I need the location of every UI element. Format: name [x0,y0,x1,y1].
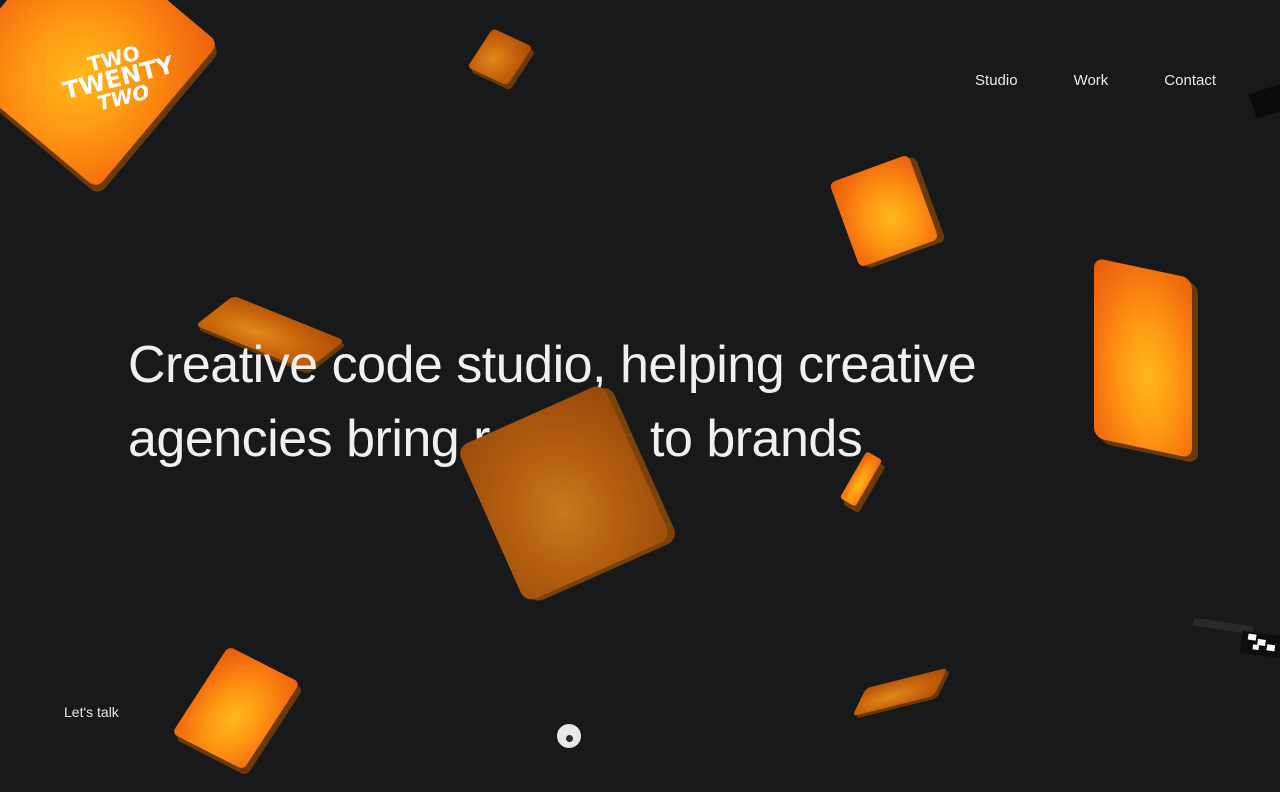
floating-tile [171,646,301,770]
floating-tile [467,28,533,86]
lets-talk-link[interactable]: Let's talk [64,704,119,720]
main-nav: Studio Work Contact [975,72,1216,89]
custom-cursor-icon [557,724,581,748]
hero-line-2-start: agencies bring r [128,410,491,468]
nav-studio[interactable]: Studio [975,72,1018,89]
floating-tile [852,667,948,717]
nav-contact[interactable]: Contact [1164,72,1216,89]
pixel-decoration-top-right [1248,83,1280,119]
hero-line-1: Creative code studio, helping creative [128,336,977,394]
nav-work[interactable]: Work [1074,72,1109,89]
floating-tile [1094,257,1192,459]
floating-tile [829,154,939,268]
hero-line-2-end: to brands [650,410,863,468]
pixel-glasses-decoration [1190,614,1280,660]
